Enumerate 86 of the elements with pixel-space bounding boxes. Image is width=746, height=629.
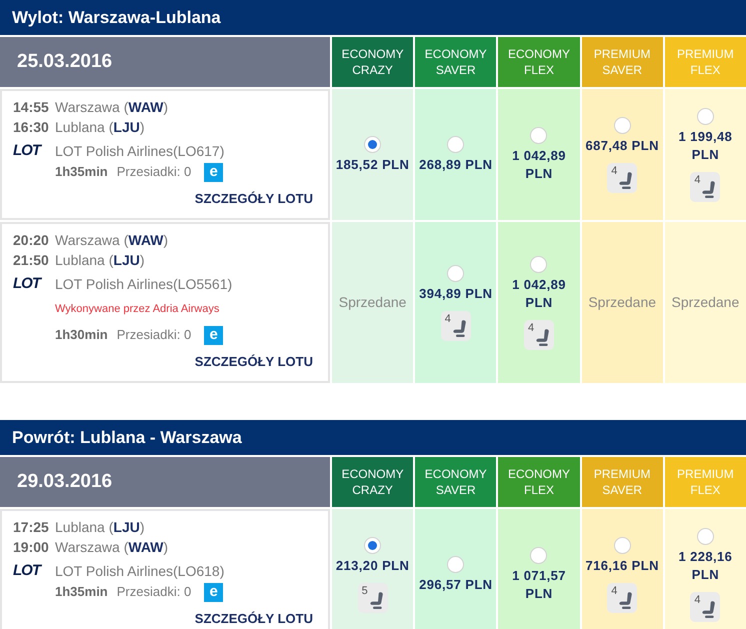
flight-time: 19:00 (13, 538, 50, 556)
seat-icon (536, 328, 549, 346)
fare-price: 1 071,57 PLN (511, 566, 567, 602)
seat-icon (619, 172, 632, 188)
fare-price: 296,57 PLN (419, 576, 492, 594)
fare-class-header: ECONOMY CRAZY (332, 457, 414, 507)
fare-radio[interactable] (530, 546, 548, 564)
fare-radio[interactable] (364, 136, 382, 152)
sold-out-label: Sprzedane (672, 293, 740, 312)
fare-price: 1 228,16 PLN (677, 548, 734, 584)
fare-price: 394,89 PLN (419, 284, 492, 302)
flight-details-link[interactable]: SZCZEGÓŁY LOTU (194, 191, 313, 207)
airport-name: Lublana (LJU) (55, 118, 145, 137)
flight-details-link[interactable]: SZCZEGÓŁY LOTU (194, 354, 313, 370)
fare-radio[interactable] (696, 528, 714, 544)
stops-count: Przesiadki: 0 (116, 583, 192, 602)
fare-class-header: PREMIUM SAVER (582, 37, 663, 87)
airline-logo: LOT (13, 143, 43, 159)
seat-count: 4 (694, 594, 701, 606)
flight-time: 16:30 (13, 118, 50, 136)
seat-icon (702, 180, 716, 198)
seat-count: 4 (611, 164, 618, 176)
flight-duration: 1h35min (55, 583, 108, 602)
seat-count: 4 (694, 174, 701, 186)
sold-out-label: Sprzedane (338, 293, 406, 312)
fare-radio[interactable] (614, 116, 631, 134)
e-badge: e (204, 582, 224, 602)
sold-out-label: Sprzedane (588, 293, 656, 312)
seat-icon (452, 320, 466, 336)
seat-count: 4 (444, 312, 451, 324)
fare-radio[interactable] (447, 264, 464, 282)
fare-class-header: PREMIUM FLEX (664, 37, 746, 87)
airport-name: Warszawa (WAW) (55, 230, 168, 250)
stops-count: Przesiadki: 0 (116, 163, 192, 182)
fare-radio[interactable] (447, 556, 464, 572)
flight-time: 21:50 (13, 250, 50, 270)
fare-class-header: ECONOMY CRAZY (332, 37, 414, 87)
date-header: 25.03.2016 (0, 37, 330, 87)
fare-price: 1 042,89 PLN (511, 146, 567, 182)
seat-count: 4 (528, 322, 534, 334)
airline-logo: LOT (13, 276, 43, 292)
stops-count: Przesiadki: 0 (116, 326, 192, 344)
fare-radio[interactable] (530, 126, 548, 144)
fare-class-header: ECONOMY SAVER (415, 37, 496, 87)
fare-price: 687,48 PLN (586, 136, 659, 154)
airport-name: Warszawa (WAW) (55, 98, 168, 117)
fare-class-header: PREMIUM SAVER (582, 457, 663, 507)
airport-name: Warszawa (WAW) (55, 538, 168, 557)
airport-name: Lublana (LJU) (55, 250, 145, 270)
airline-name: LOT Polish Airlines(LO5561) (55, 274, 232, 294)
section-header: Powrót: Lublana - Warszawa (0, 420, 746, 455)
fare-radio[interactable] (364, 536, 382, 554)
flight-duration: 1h30min (55, 326, 108, 344)
flight-time: 14:55 (13, 98, 50, 116)
e-badge: e (204, 326, 224, 344)
e-badge: e (204, 162, 224, 182)
fare-price: 185,52 PLN (336, 156, 410, 174)
airline-name: LOT Polish Airlines(LO617) (55, 142, 224, 161)
fare-price: 213,20 PLN (336, 556, 410, 574)
fare-radio[interactable] (530, 256, 548, 272)
fare-radio[interactable] (447, 136, 464, 152)
seat-icon (619, 592, 632, 608)
airline-name: LOT Polish Airlines(LO618) (55, 562, 224, 581)
fare-price: 268,89 PLN (419, 156, 492, 174)
fare-radio[interactable] (614, 536, 631, 554)
flight-time: 17:25 (13, 518, 50, 536)
fare-price: 1 199,48 PLN (677, 128, 734, 164)
seat-icon (702, 600, 716, 618)
flight-duration: 1h35min (55, 163, 108, 182)
airline-logo: LOT (13, 563, 43, 579)
seat-count: 4 (611, 584, 618, 596)
fare-price: 1 042,89 PLN (511, 276, 567, 312)
fare-class-header: PREMIUM FLEX (664, 457, 746, 507)
operator-note: Wykonywane przez Adria Airways (55, 302, 220, 317)
fare-class-header: ECONOMY FLEX (498, 37, 580, 87)
fare-price: 716,16 PLN (586, 556, 659, 574)
flight-details-link[interactable]: SZCZEGÓŁY LOTU (194, 611, 313, 627)
date-header: 29.03.2016 (0, 457, 330, 507)
seat-count: 5 (362, 584, 368, 596)
fare-class-header: ECONOMY SAVER (415, 457, 496, 507)
section-header: Wylot: Warszawa-Lublana (0, 0, 746, 35)
fare-radio[interactable] (696, 108, 714, 124)
airport-name: Lublana (LJU) (55, 518, 145, 537)
flight-time: 20:20 (13, 230, 50, 250)
seat-icon (370, 592, 383, 608)
fare-class-header: ECONOMY FLEX (498, 457, 580, 507)
